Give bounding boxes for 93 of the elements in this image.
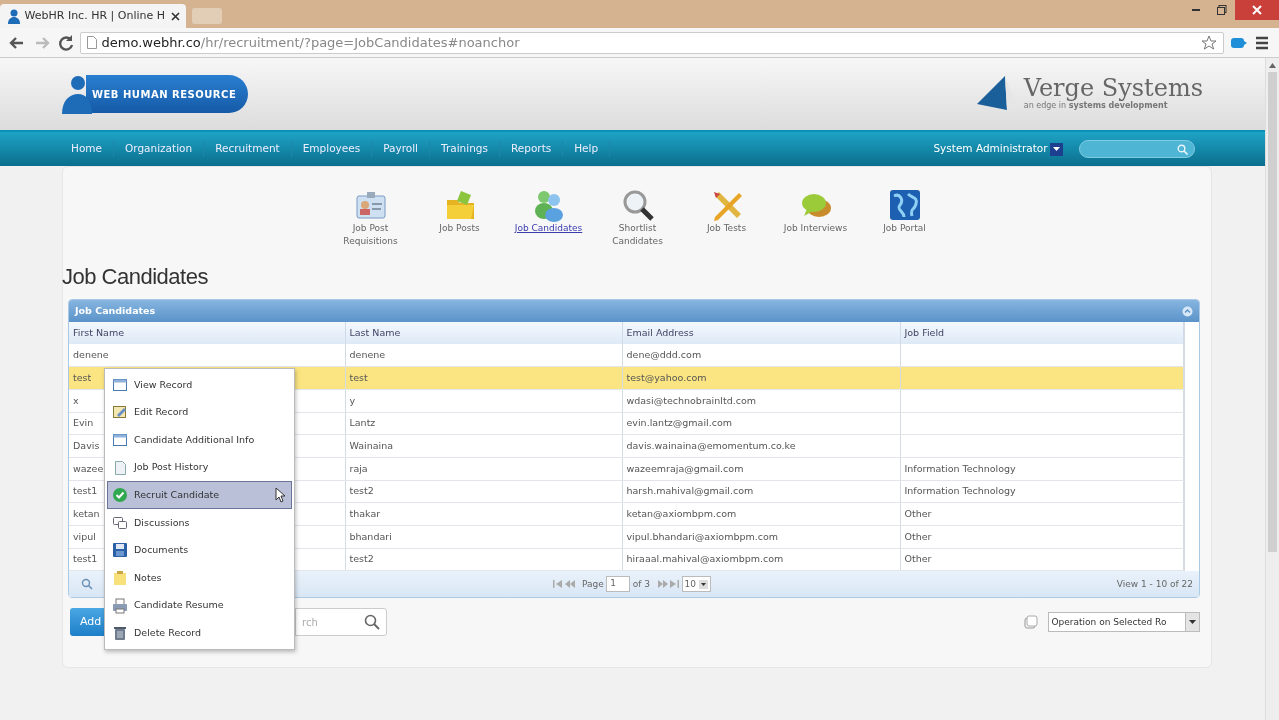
collapse-icon[interactable] — [1182, 305, 1193, 317]
edit-icon — [112, 404, 128, 421]
cursor-icon — [275, 487, 287, 504]
table-cell: Wainaina — [345, 434, 622, 458]
search-icon — [1177, 143, 1188, 155]
nav-link[interactable]: Payroll — [372, 141, 431, 157]
address-bar[interactable]: demo.webhr.co/hr/recruitment/?page=JobCandidates#noanchor — [79, 31, 1224, 54]
page-label: Page — [582, 577, 604, 591]
menu-item[interactable]: Delete Record — [107, 619, 292, 647]
nav-link[interactable]: Employees — [291, 141, 373, 157]
grid-caption: Job Candidates — [75, 303, 156, 318]
column-header[interactable]: Last Name — [345, 322, 622, 344]
search-icon — [364, 614, 380, 631]
table-cell: wazeemraja@gmail.com — [622, 457, 900, 481]
page-icon — [86, 36, 97, 49]
menu-item[interactable]: Candidate Resume — [107, 591, 292, 620]
table-cell: ketan@axiombpm.com — [622, 502, 900, 526]
window-icon — [112, 432, 128, 448]
table-cell: harsh.mahival@gmail.com — [622, 480, 900, 503]
star-icon[interactable] — [1201, 34, 1217, 51]
brand-name: Verge Systems — [1023, 76, 1203, 100]
table-cell: Information Technology — [900, 457, 1183, 481]
table-cell: vipul.bhandari@axiombpm.com — [622, 525, 900, 549]
scroll-up-icon[interactable] — [1269, 62, 1276, 68]
table-cell: denene — [69, 344, 345, 367]
window-icon — [112, 376, 128, 393]
nav-link[interactable]: Recruitment — [204, 141, 292, 157]
table-cell: bhandari — [345, 525, 622, 549]
column-header[interactable]: Job Field — [900, 322, 1183, 344]
user-menu[interactable]: System Administrator — [933, 141, 1048, 157]
tab-title: WebHR Inc. HR | Online H — [24, 7, 166, 24]
browser-tab[interactable]: WebHR Inc. HR | Online H — [0, 4, 186, 28]
table-cell: test2 — [345, 480, 622, 503]
add-button[interactable]: Add — [70, 608, 104, 637]
caret-icon — [698, 579, 708, 589]
menu-item[interactable]: Recruit Candidate — [107, 481, 292, 509]
nav-link[interactable]: Reports — [499, 141, 564, 157]
table-cell: davis.wainaina@emomentum.co.ke — [622, 434, 900, 458]
module-link[interactable]: Job Posts — [420, 222, 499, 236]
module-link[interactable]: Job Interviews — [776, 222, 855, 236]
table-cell: Other — [900, 548, 1183, 571]
table-cell: test@yahoo.com — [622, 366, 900, 390]
page-size-select[interactable]: 10 — [681, 576, 711, 593]
table-cell: Lantz — [345, 412, 622, 435]
table-cell: Other — [900, 525, 1183, 549]
page-count: of 3 — [632, 577, 651, 591]
close-icon[interactable] — [171, 11, 180, 21]
module-link[interactable]: Job Candidates — [509, 222, 588, 236]
table-cell: test — [345, 366, 622, 390]
trash-icon — [112, 625, 128, 642]
table-cell: denene — [345, 344, 622, 367]
table-cell: y — [345, 389, 622, 413]
search-icon[interactable] — [81, 578, 93, 591]
table-cell: test2 — [345, 548, 622, 571]
search-field[interactable] — [1079, 140, 1195, 158]
table-cell: Information Technology — [900, 480, 1183, 503]
last-page-icon[interactable] — [670, 580, 680, 589]
caret-icon[interactable] — [1050, 142, 1063, 156]
nav-link[interactable]: Trainings — [430, 141, 500, 157]
nav-link[interactable]: Help — [563, 141, 611, 157]
scrollbar[interactable] — [1265, 58, 1279, 720]
page-title: Job Candidates — [61, 263, 209, 291]
table-cell: wdasi@technobrainltd.com — [622, 389, 900, 413]
module-link[interactable]: Shortlist Candidates — [598, 222, 677, 249]
url-text: demo.webhr.co/hr/recruitment/?page=JobCandidates#noanchor — [101, 33, 520, 52]
note-icon — [112, 569, 128, 586]
column-header[interactable]: First Name — [69, 322, 345, 344]
caret-icon — [1189, 620, 1196, 625]
check-icon — [112, 487, 128, 504]
speech-bubbles-icon — [112, 514, 128, 531]
module-link[interactable]: Job Tests — [687, 222, 766, 236]
nav-link[interactable]: Home — [60, 141, 114, 157]
column-header[interactable]: Email Address — [622, 322, 900, 344]
previous-page-icon[interactable] — [564, 580, 575, 589]
next-page-icon[interactable] — [657, 580, 668, 589]
page-icon — [112, 459, 128, 476]
table-cell: thakar — [345, 502, 622, 526]
person-icon — [6, 8, 22, 24]
tagline: an edge in systems development — [1023, 101, 1169, 112]
record-count: View 1 - 10 of 22 — [1116, 577, 1193, 591]
table-cell: dene@ddd.com — [622, 344, 900, 367]
export-icon[interactable] — [1024, 615, 1038, 630]
table-cell: hiraaal.mahival@axiombpm.com — [622, 548, 900, 571]
nav-link[interactable]: Organization — [114, 141, 205, 157]
first-page-icon[interactable] — [553, 580, 562, 589]
table-cell: Other — [900, 502, 1183, 526]
module-link[interactable]: Job Portal — [865, 222, 944, 236]
printer-icon — [112, 597, 128, 614]
module-link[interactable]: Job Post Requisitions — [331, 222, 410, 249]
table-cell: raja — [345, 457, 622, 481]
page-input[interactable]: 1 — [606, 576, 631, 593]
operation-select[interactable]: Operation on Selected Ro — [1048, 612, 1200, 633]
table-cell: evin.lantz@gmail.com — [622, 412, 900, 435]
